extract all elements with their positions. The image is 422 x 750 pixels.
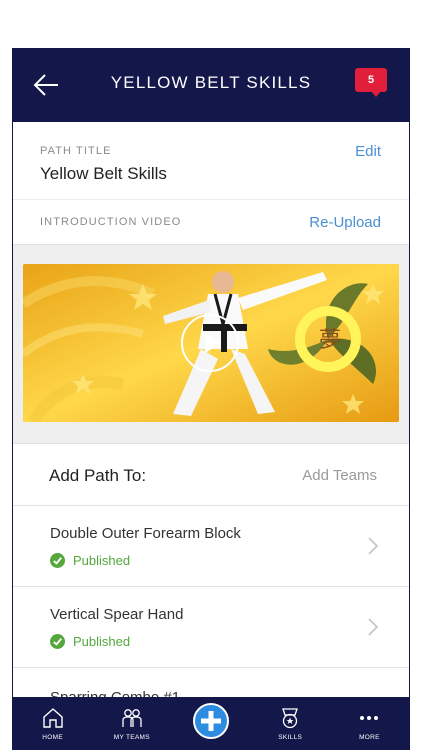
nav-home[interactable]: HOME bbox=[13, 697, 92, 750]
intro-video-row: INTRODUCTION VIDEO Re-Upload bbox=[13, 200, 409, 244]
status-label: Published bbox=[73, 633, 131, 649]
add-path-label: Add Path To: bbox=[49, 466, 147, 485]
notification-count: 5 bbox=[355, 68, 387, 92]
add-teams-button[interactable]: Add Teams bbox=[302, 467, 377, 484]
path-title-row: PATH TITLE Edit Yellow Belt Skills bbox=[13, 122, 409, 200]
add-icon bbox=[201, 711, 221, 731]
status-label: Published bbox=[73, 552, 131, 568]
check-circle-icon bbox=[50, 552, 65, 568]
re-upload-button[interactable]: Re-Upload bbox=[309, 214, 381, 231]
nav-label: MY TEAMS bbox=[113, 734, 150, 741]
home-icon bbox=[42, 708, 63, 728]
chevron-right-icon bbox=[368, 537, 379, 555]
list-item[interactable]: Vertical Spear Hand Published bbox=[13, 587, 409, 668]
nav-label: MORE bbox=[359, 734, 380, 741]
teams-icon bbox=[122, 709, 142, 727]
intro-video-label: INTRODUCTION VIDEO bbox=[40, 216, 182, 228]
add-button[interactable] bbox=[193, 703, 229, 739]
svg-text:夢: 夢 bbox=[319, 328, 341, 353]
app-frame: YELLOW BELT SKILLS 5 PATH TITLE Edit Yel… bbox=[12, 48, 410, 750]
top-header: YELLOW BELT SKILLS 5 bbox=[13, 48, 409, 122]
nav-add[interactable] bbox=[171, 697, 250, 750]
skill-title: Vertical Spear Hand bbox=[50, 606, 184, 623]
nav-label: SKILLS bbox=[278, 734, 303, 741]
notification-badge-icon[interactable]: 5 bbox=[355, 68, 387, 98]
add-path-row: Add Path To: Add Teams bbox=[13, 444, 409, 506]
path-title-label: PATH TITLE bbox=[40, 145, 112, 157]
check-circle-icon bbox=[50, 633, 65, 649]
list-item[interactable]: Double Outer Forearm Block Published bbox=[13, 506, 409, 587]
path-title-value: Yellow Belt Skills bbox=[40, 164, 167, 183]
skill-title: Double Outer Forearm Block bbox=[50, 525, 241, 542]
nav-more[interactable]: MORE bbox=[330, 697, 409, 750]
play-icon bbox=[205, 333, 221, 353]
page-title: YELLOW BELT SKILLS bbox=[110, 73, 312, 92]
bottom-nav: HOME MY TEAMS SKILLS MORE bbox=[13, 697, 409, 750]
status-badge: Published bbox=[50, 633, 130, 649]
nav-skills[interactable]: SKILLS bbox=[251, 697, 330, 750]
skills-badge-icon bbox=[282, 708, 299, 729]
nav-my-teams[interactable]: MY TEAMS bbox=[92, 697, 171, 750]
nav-label: HOME bbox=[42, 734, 63, 741]
video-thumbnail[interactable]: 夢 bbox=[23, 264, 399, 422]
edit-button[interactable]: Edit bbox=[355, 143, 381, 160]
chevron-right-icon bbox=[368, 618, 379, 636]
more-icon bbox=[360, 716, 379, 720]
video-section: 夢 bbox=[13, 244, 409, 444]
notification-badge-tail bbox=[371, 91, 381, 97]
status-badge: Published bbox=[50, 552, 130, 568]
play-button[interactable] bbox=[181, 314, 239, 372]
